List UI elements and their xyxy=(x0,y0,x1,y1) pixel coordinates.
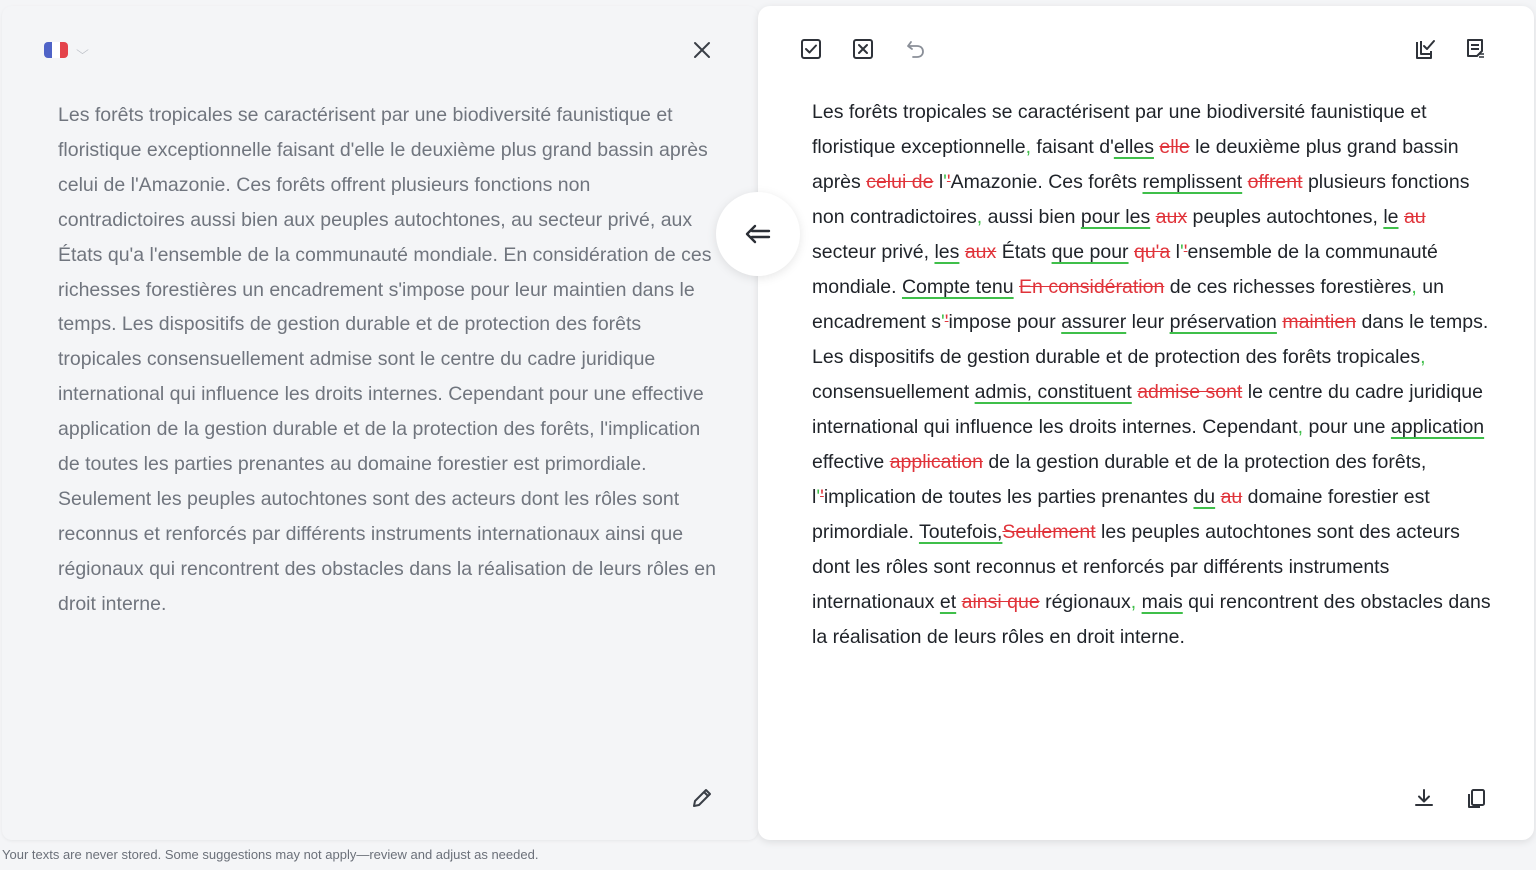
apply-to-source-button[interactable] xyxy=(716,192,800,276)
inserted-text[interactable]: et xyxy=(940,591,956,613)
text-span: Amazonie. Ces forêts xyxy=(950,171,1143,193)
deleted-text[interactable]: qu'a xyxy=(1134,241,1170,263)
privacy-note: Your texts are never stored. Some sugges… xyxy=(2,847,539,862)
close-button[interactable] xyxy=(686,34,718,66)
inserted-text[interactable]: remplissent xyxy=(1142,171,1242,193)
checkbox-x-icon xyxy=(853,39,873,59)
text-span: leur xyxy=(1126,311,1170,333)
deleted-text[interactable]: ainsi que xyxy=(962,591,1040,613)
deleted-text[interactable]: En considération xyxy=(1019,276,1164,298)
source-text[interactable]: Les forêts tropicales se caractérisent p… xyxy=(58,98,718,622)
inserted-text[interactable]: admis, constituent xyxy=(975,381,1132,403)
inserted-punctuation[interactable]: , xyxy=(1420,346,1425,368)
deleted-text[interactable]: au xyxy=(1404,206,1426,228)
copy-button[interactable] xyxy=(1460,782,1492,814)
inserted-text[interactable]: préservation xyxy=(1170,311,1277,333)
inserted-text[interactable]: pour les xyxy=(1081,206,1150,228)
language-selector[interactable]: ⌵ xyxy=(44,42,89,58)
arrow-left-lines-icon xyxy=(745,224,771,244)
undo-button[interactable] xyxy=(900,33,932,65)
deleted-text[interactable]: application xyxy=(890,451,983,473)
text-span: faisant d' xyxy=(1030,136,1114,158)
view-changes-button[interactable] xyxy=(1460,33,1492,65)
inserted-text[interactable]: elles xyxy=(1114,136,1154,158)
deleted-text[interactable]: aux xyxy=(1156,206,1187,228)
result-panel: Les forêts tropicales se caractérisent p… xyxy=(758,6,1534,840)
deleted-text[interactable]: admise sont xyxy=(1137,381,1242,403)
text-span: l xyxy=(933,171,944,193)
inserted-text[interactable]: application xyxy=(1391,416,1484,438)
inserted-text[interactable]: Compte tenu xyxy=(902,276,1014,298)
text-span: secteur privé, xyxy=(812,241,935,263)
text-span: États xyxy=(996,241,1052,263)
inserted-text[interactable]: le xyxy=(1383,206,1398,228)
text-span: pour une xyxy=(1303,416,1391,438)
inserted-text[interactable]: mais xyxy=(1142,591,1183,613)
text-span: consensuellement xyxy=(812,381,975,403)
deleted-text[interactable]: aux xyxy=(965,241,996,263)
french-flag-icon xyxy=(44,42,68,58)
checkbox-check-icon xyxy=(801,39,821,59)
deleted-text[interactable]: maintien xyxy=(1282,311,1356,333)
text-span: aussi bien xyxy=(982,206,1081,228)
inserted-text[interactable]: les xyxy=(934,241,959,263)
source-panel: ⌵ Les forêts tropicales se caractérisent… xyxy=(2,6,758,840)
text-span: régionaux xyxy=(1039,591,1131,613)
deleted-text[interactable]: offrent xyxy=(1248,171,1303,193)
inserted-text[interactable]: que pour xyxy=(1052,241,1129,263)
copy-icon xyxy=(1468,789,1485,808)
chevron-down-icon: ⌵ xyxy=(76,42,89,57)
download-button[interactable] xyxy=(1408,782,1440,814)
accept-all-button[interactable] xyxy=(795,33,827,65)
edit-button[interactable] xyxy=(686,782,718,814)
undo-icon xyxy=(907,41,924,58)
inserted-text[interactable]: assurer xyxy=(1061,311,1126,333)
deleted-text[interactable]: celui de xyxy=(866,171,933,193)
text-span: implication de toutes les parties prenan… xyxy=(823,486,1194,508)
deleted-text[interactable]: Seulement xyxy=(1002,521,1095,543)
document-check-icon xyxy=(1416,40,1435,59)
reject-all-button[interactable] xyxy=(847,33,879,65)
text-span: peuples autochtones, xyxy=(1187,206,1384,228)
deleted-text[interactable]: elle xyxy=(1159,136,1189,158)
corrected-text[interactable]: Les forêts tropicales se caractérisent p… xyxy=(812,95,1492,655)
pencil-icon xyxy=(693,789,711,807)
download-icon xyxy=(1415,789,1433,806)
accept-changes-button[interactable] xyxy=(1408,33,1440,65)
deleted-text[interactable]: au xyxy=(1221,486,1243,508)
text-span: impose pour xyxy=(948,311,1062,333)
inserted-text[interactable]: du xyxy=(1193,486,1215,508)
inserted-text[interactable]: Toutefois, xyxy=(919,521,1002,543)
document-lines-icon xyxy=(1467,39,1484,58)
text-span: de ces richesses forestières xyxy=(1164,276,1412,298)
text-span: l xyxy=(1170,241,1180,263)
close-icon xyxy=(694,42,710,58)
text-span: effective xyxy=(812,451,890,473)
